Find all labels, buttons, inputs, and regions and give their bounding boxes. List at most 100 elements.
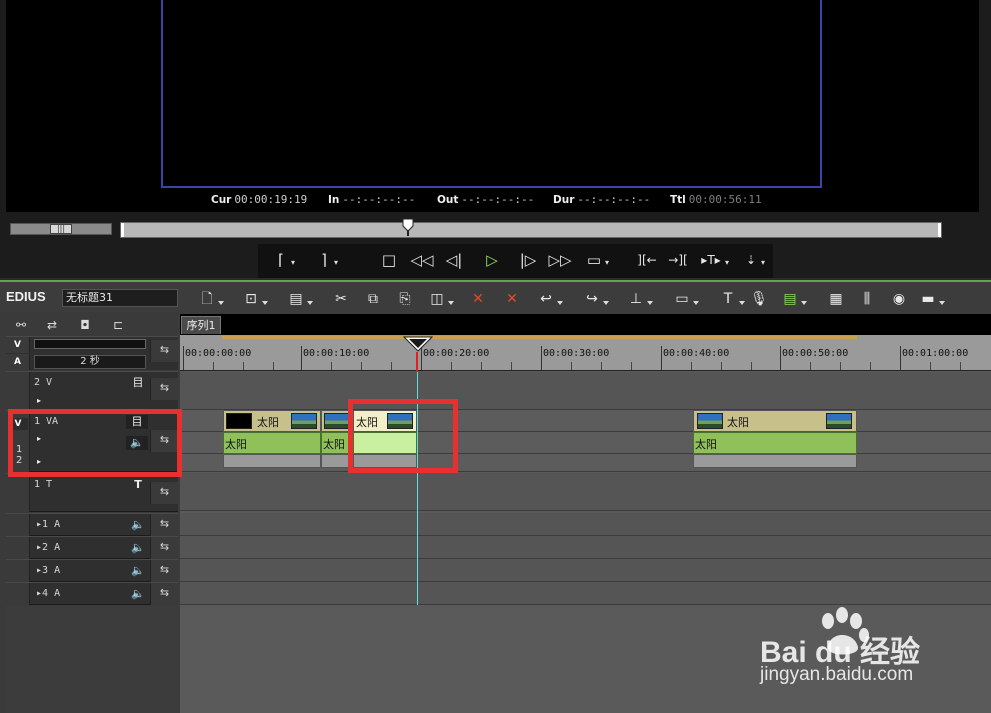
rewind-icon: ◁◁	[410, 251, 434, 269]
speaker-icon[interactable]: 🔈	[130, 541, 146, 555]
prev-frame-icon: ◁|	[445, 251, 463, 269]
set-in-button[interactable]: ⌈	[272, 248, 295, 275]
track-sync-2a[interactable]: ⇆	[150, 537, 178, 559]
prev-frame-button[interactable]: ◁|	[442, 248, 466, 272]
a-lock[interactable]: A	[6, 354, 30, 370]
overwrite-button[interactable]: →][	[665, 248, 691, 272]
color-wheel-icon: ◉	[892, 291, 906, 307]
zoom-slider[interactable]	[34, 339, 146, 349]
stop-button[interactable]: □	[378, 248, 400, 272]
undo-button[interactable]: ↩	[536, 289, 563, 309]
position-bar[interactable]	[120, 222, 942, 238]
loop-button[interactable]: ▭	[584, 248, 609, 275]
track-sync-3a[interactable]: ⇆	[150, 560, 178, 582]
split-button[interactable]: ◫	[427, 289, 454, 309]
next-frame-button[interactable]: |▷	[516, 248, 540, 272]
storyboard-button[interactable]: ▭	[672, 289, 699, 309]
save-icon: ▤	[289, 291, 303, 307]
clip-1-thumb-in	[226, 413, 252, 429]
clip-4-audio[interactable]	[693, 432, 857, 454]
microphone-icon: 🎙	[750, 291, 768, 307]
layout-button[interactable]: ▬	[918, 289, 945, 309]
clip-1-thumb-out	[291, 413, 317, 429]
insert-button[interactable]: ][←	[634, 248, 660, 272]
delete-button[interactable]: ✕	[468, 289, 488, 309]
tab-sequence-1[interactable]: 序列1	[181, 316, 221, 334]
track-row-1a[interactable]	[180, 513, 991, 536]
mixer-button[interactable]: ⫼	[857, 289, 877, 309]
speaker-icon[interactable]: 🔈	[130, 587, 146, 601]
track-row-2a[interactable]	[180, 536, 991, 559]
track-name-2v: 2 V	[34, 377, 53, 388]
link-icon: ⚯	[15, 318, 27, 332]
marker-button[interactable]: ⊥	[626, 289, 653, 309]
mode-button-4[interactable]: ⊏	[106, 316, 130, 334]
paste-button[interactable]: ⎘	[395, 289, 415, 309]
open-icon: ⊡	[245, 291, 257, 307]
ruler-minor-tick	[481, 362, 482, 370]
fast-forward-icon: ▷▷	[548, 251, 572, 269]
title-button[interactable]: T	[718, 289, 745, 309]
rewind-button[interactable]: ◁◁	[408, 248, 436, 272]
set-out-button[interactable]: ⌉	[315, 248, 338, 275]
zoom-value: 2 秒	[80, 356, 100, 367]
track-sync-1t[interactable]: ⇆	[150, 482, 178, 504]
ruler-minor-tick	[960, 362, 961, 370]
save-button[interactable]: ▤	[286, 289, 313, 309]
fast-forward-button[interactable]: ▷▷	[546, 248, 574, 272]
speaker-icon[interactable]: 🔈	[130, 518, 146, 532]
track-side-2a	[6, 537, 30, 559]
track-row-2v[interactable]	[180, 372, 991, 410]
timeline-cursor-icon[interactable]	[403, 336, 433, 352]
ruler-minor-tick	[331, 362, 332, 370]
render-button[interactable]: ▤	[780, 289, 807, 309]
track-row-4a[interactable]	[180, 582, 991, 605]
shuttle-knob[interactable]: |||	[50, 224, 72, 234]
title-track-icon[interactable]: T	[130, 478, 146, 492]
ruler-minor-tick	[601, 362, 602, 370]
copy-button[interactable]: ⧉	[363, 289, 383, 309]
track-row-3a[interactable]	[180, 559, 991, 582]
trim-button[interactable]: ▸T▸	[698, 248, 729, 275]
cut-button[interactable]: ✂	[331, 289, 351, 309]
ruler-tick-label: 00:00:00:00	[185, 348, 252, 359]
color-button[interactable]: ◉	[889, 289, 909, 309]
redo-button[interactable]: ↪	[582, 289, 609, 309]
track-sync-1a[interactable]: ⇆	[150, 514, 178, 536]
export-button[interactable]: ⇣	[742, 248, 765, 275]
ripple-delete-button[interactable]: ✕	[502, 289, 522, 309]
ruler-tick-label: 00:00:30:00	[543, 348, 610, 359]
mode-button-2[interactable]: ⇄	[40, 316, 64, 334]
expand-icon[interactable]: ▸	[34, 394, 44, 408]
position-marker-icon[interactable]	[402, 218, 414, 236]
track-side-4a	[6, 583, 30, 605]
ruler-minor-tick	[451, 362, 452, 370]
zoom-sync[interactable]: ⇆	[150, 340, 178, 362]
mode-button-3[interactable]: ◘	[73, 316, 97, 334]
open-button[interactable]: ⊡	[241, 289, 268, 309]
video-track-icon[interactable]: 目	[130, 376, 146, 390]
zoom-select[interactable]: 2 秒	[34, 355, 146, 369]
monitor-screen[interactable]	[161, 0, 822, 188]
clip-4-extra	[693, 454, 857, 468]
track-name-1t: 1 T	[34, 479, 53, 490]
ruler-tick	[183, 346, 184, 370]
voiceover-button[interactable]: 🎙	[749, 289, 769, 309]
track-row-1t[interactable]	[180, 473, 991, 511]
project-name-field[interactable]: 无标题31	[62, 289, 178, 307]
new-project-button[interactable]: 🗋	[197, 289, 224, 309]
play-button[interactable]: ▷	[480, 248, 504, 272]
split-icon: ◫	[430, 291, 444, 307]
sequence-tab-strip	[180, 314, 991, 335]
track-sync-4a[interactable]: ⇆	[150, 583, 178, 605]
grid-button[interactable]: ▦	[826, 289, 846, 309]
ruler-minor-tick	[511, 362, 512, 370]
ruler-tick	[780, 346, 781, 370]
stop-icon: □	[381, 251, 397, 269]
mode-button-1[interactable]: ⚯	[9, 316, 33, 334]
undo-icon: ↩	[540, 291, 552, 307]
v-lock[interactable]: V	[6, 337, 30, 353]
mark-out-icon: ⌉	[321, 251, 327, 269]
speaker-icon[interactable]: 🔈	[130, 564, 146, 578]
track-sync-2v[interactable]: ⇆	[150, 378, 178, 400]
